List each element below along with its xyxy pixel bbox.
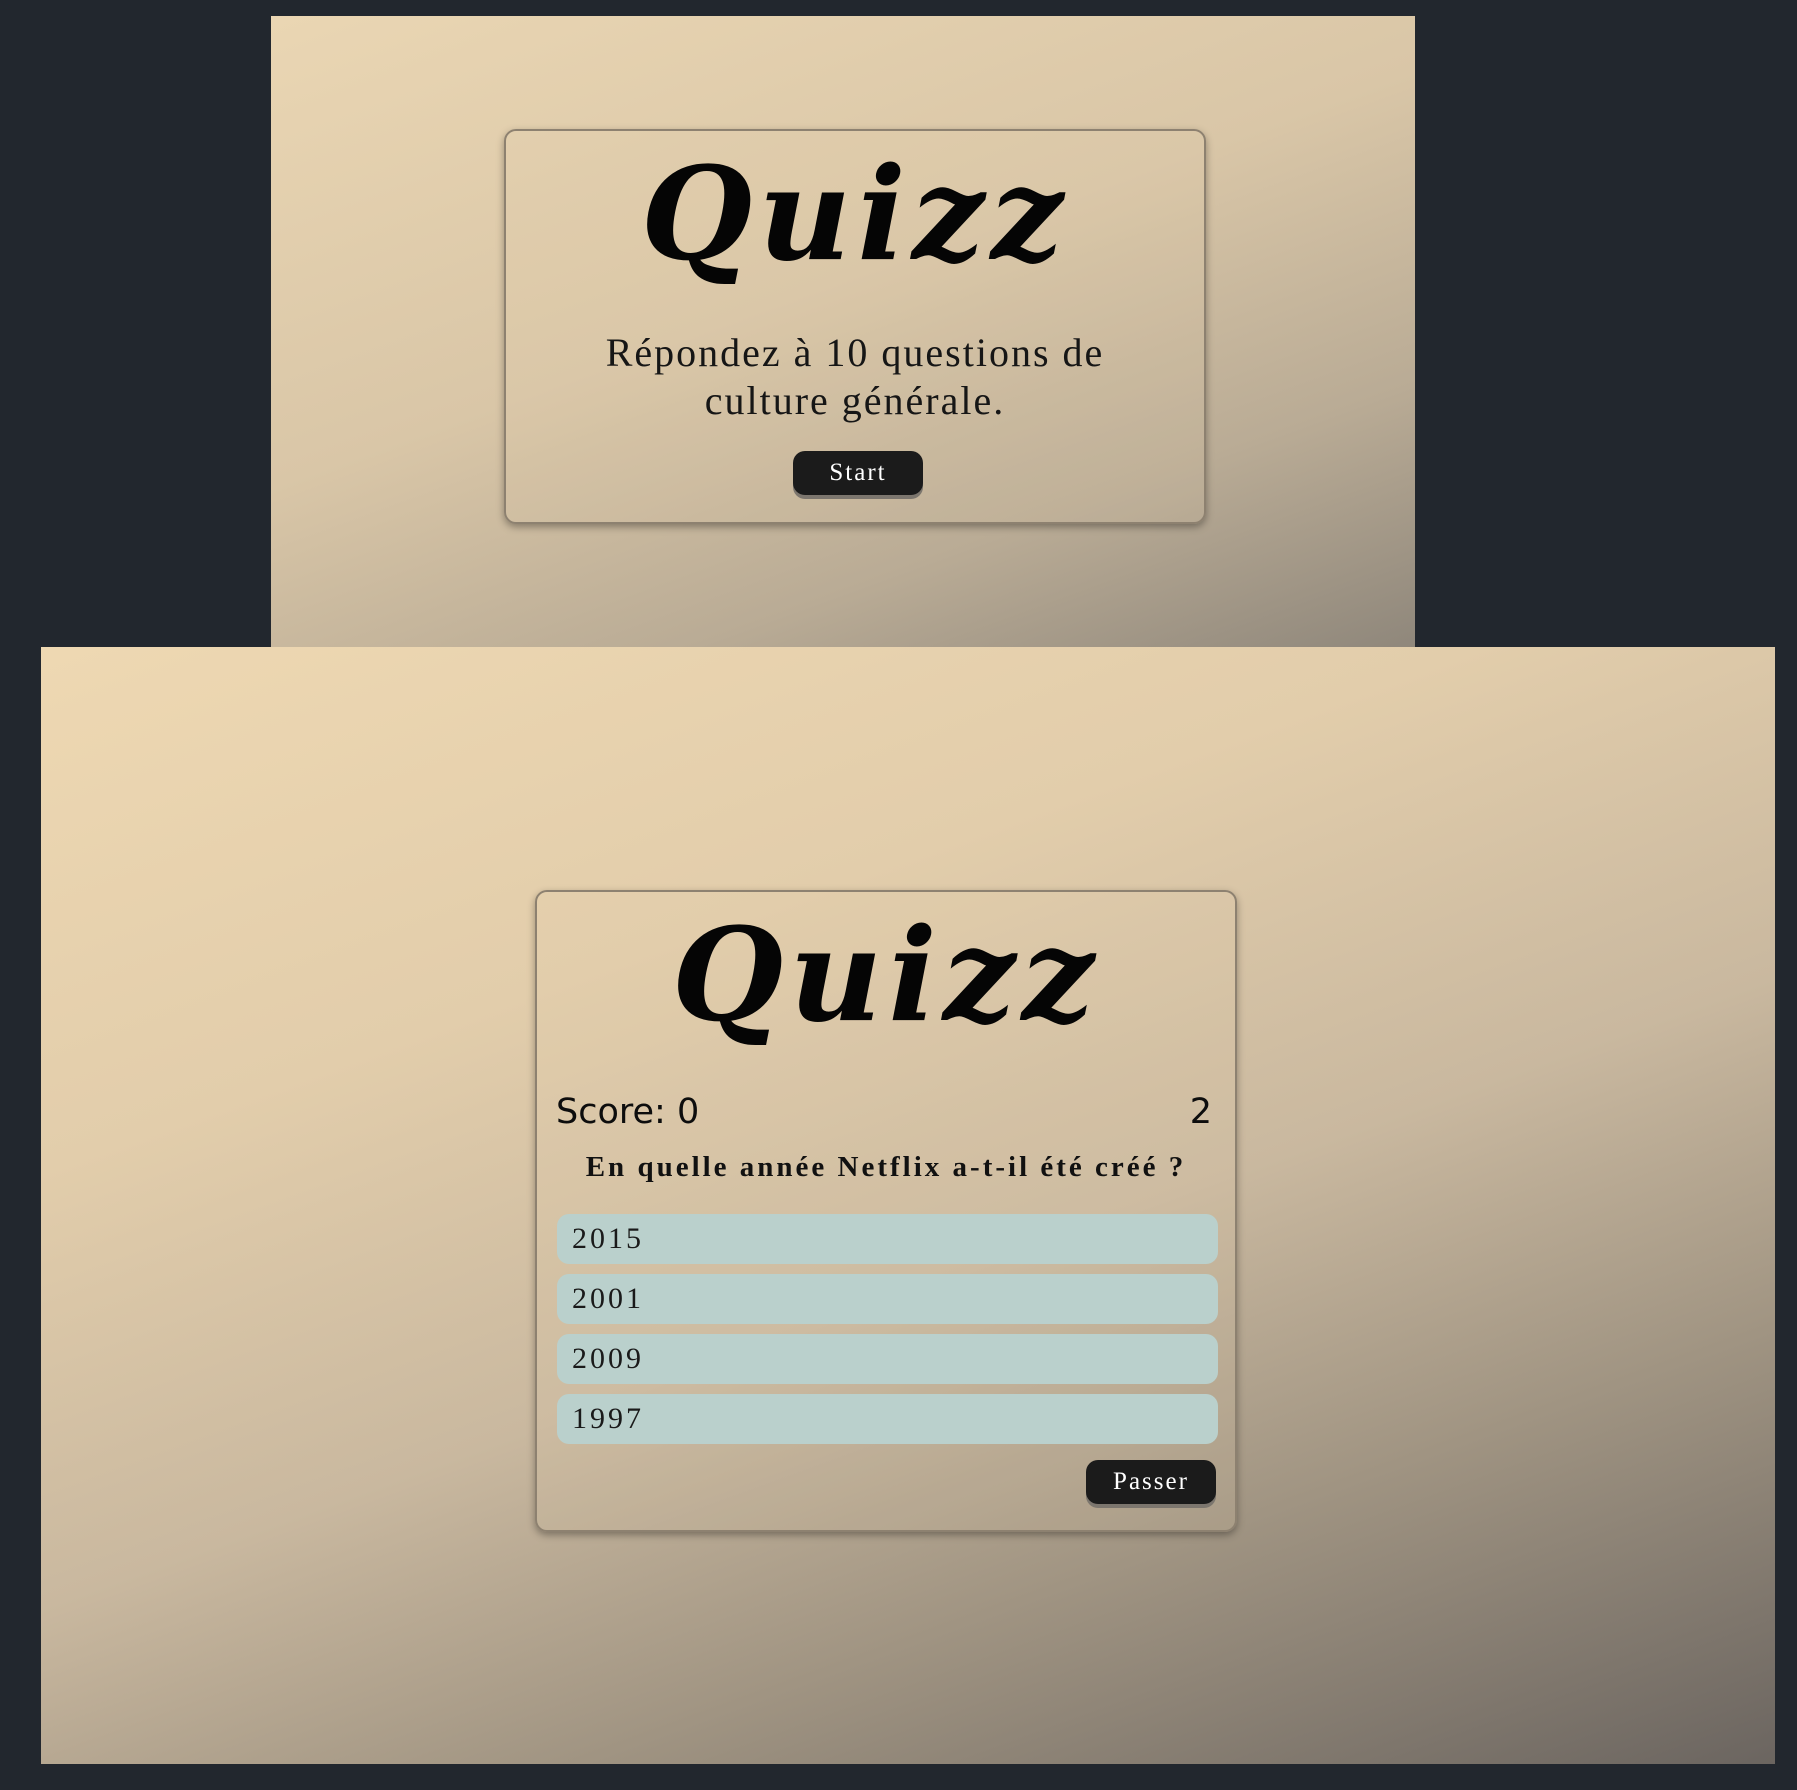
answer-option[interactable]: 2001 xyxy=(557,1274,1218,1324)
question-screen: Quizz Score: 0 2 En quelle année Netflix… xyxy=(41,647,1775,1764)
answer-option[interactable]: 2015 xyxy=(557,1214,1218,1264)
start-screen: Quizz Répondez à 10 questions de culture… xyxy=(271,16,1415,647)
question-number: 2 xyxy=(1189,1092,1212,1132)
answer-option[interactable]: 2009 xyxy=(557,1334,1218,1384)
score-text: Score: 0 xyxy=(556,1092,700,1132)
start-button[interactable]: Start xyxy=(793,451,923,495)
answer-list: 2015 2001 2009 1997 xyxy=(557,1214,1218,1454)
score-row: Score: 0 2 xyxy=(556,1090,1212,1134)
question-card: Quizz Score: 0 2 En quelle année Netflix… xyxy=(535,890,1237,1532)
question-text: En quelle année Netflix a-t-il été créé … xyxy=(585,1151,1187,1183)
answer-option[interactable]: 1997 xyxy=(557,1394,1218,1444)
quiz-logo: Quizz xyxy=(671,901,1101,1051)
intro-text: Répondez à 10 questions de culture génér… xyxy=(605,330,1105,423)
skip-button[interactable]: Passer xyxy=(1086,1460,1216,1504)
quiz-logo: Quizz xyxy=(640,140,1070,290)
start-card: Quizz Répondez à 10 questions de culture… xyxy=(504,129,1206,524)
